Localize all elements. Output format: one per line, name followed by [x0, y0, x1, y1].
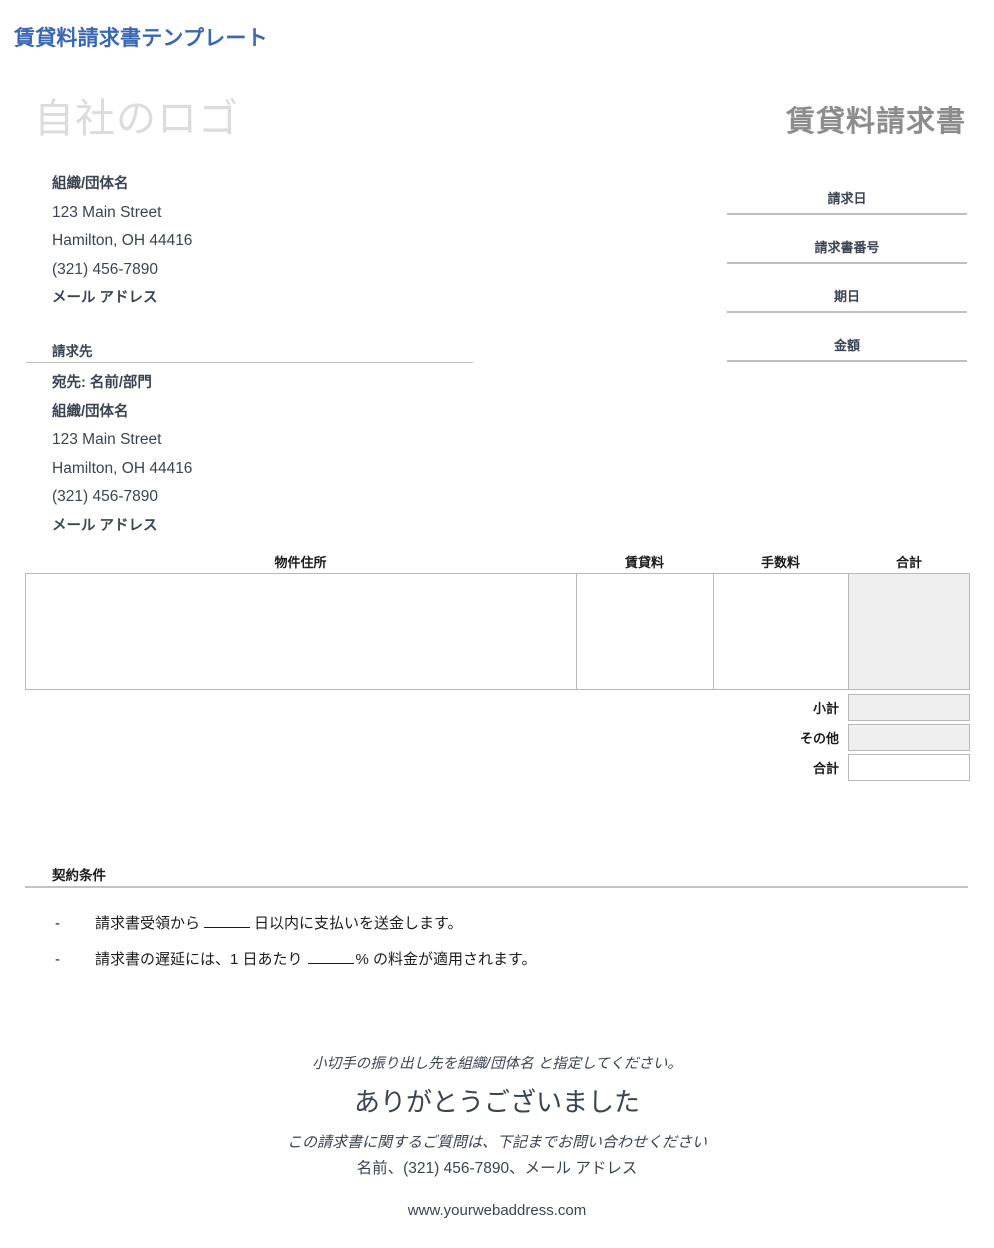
terms-heading: 契約条件	[52, 868, 106, 883]
meta-field-amount[interactable]: 金額	[727, 313, 967, 362]
terms-text-1a: 請求書受領から	[95, 915, 201, 932]
bill-to-divider	[26, 362, 473, 363]
column-divider-3	[848, 574, 849, 689]
summary-row-subtotal: 小計	[690, 694, 970, 721]
summary-label-total: 合計	[812, 761, 839, 776]
terms-item-payment-window: - 請求書受領から 日以内に支払いを送金します。	[55, 912, 935, 948]
column-header-fee: 手数料	[760, 555, 800, 570]
company-logo-placeholder: 自社のロゴ	[34, 97, 239, 141]
bill-to-heading: 請求先	[52, 344, 93, 359]
billto-city-state-zip: Hamilton, OH 44416	[52, 459, 193, 477]
footer-thanks: ありがとうございました	[353, 1087, 640, 1117]
column-header-rent: 賃貸料	[624, 555, 664, 570]
bill-to-address-block: 宛先: 名前/部門 組織/団体名 123 Main Street Hamilto…	[52, 369, 482, 540]
terms-list: - 請求書受領から 日以内に支払いを送金します。 - 請求書の遅延には、1 日あ…	[55, 912, 935, 984]
billto-street: 123 Main Street	[52, 431, 162, 448]
terms-blank-1[interactable]	[204, 927, 251, 928]
meta-field-invoice-number[interactable]: 請求書番号	[727, 215, 967, 264]
items-table-header-row: 物件住所 賃貸料 手数料 合計	[25, 552, 970, 572]
column-divider-2	[713, 574, 714, 689]
billto-org-name: 組織/団体名	[52, 403, 129, 420]
meta-label-invoice-number: 請求書番号	[814, 240, 880, 255]
items-total-column-shading	[849, 574, 969, 689]
footer-url: www.yourwebaddress.com	[407, 1202, 587, 1219]
summary-value-subtotal[interactable]	[848, 694, 970, 721]
terms-blank-2[interactable]	[307, 963, 354, 964]
invoice-page: 賃貸料請求書テンプレート 自社のロゴ 賃貸料請求書 請求日 請求書番号 期日 金…	[0, 0, 994, 1248]
summary-label-subtotal: 小計	[812, 701, 839, 716]
footer-payee-note: 小切手の振り出し先を組織/団体名 と指定してください。	[312, 1056, 682, 1072]
sender-org-name: 組織/団体名	[52, 176, 129, 192]
billto-email: メール アドレス	[52, 517, 158, 534]
column-header-total: 合計	[895, 555, 922, 570]
summary-value-total[interactable]	[848, 754, 970, 781]
sender-phone: (321) 456-7890	[52, 260, 158, 278]
terms-text-2a: 請求書の遅延には、1 日あたり	[95, 951, 303, 968]
meta-field-invoice-date[interactable]: 請求日	[727, 166, 967, 215]
invoice-meta-fields: 請求日 請求書番号 期日 金額	[727, 166, 967, 362]
summary-row-total: 合計	[690, 754, 970, 781]
terms-item-late-fee: - 請求書の遅延には、1 日あたり % の料金が適用されます。	[55, 948, 935, 984]
summary-label-other: その他	[799, 731, 839, 746]
meta-label-due-date: 期日	[833, 289, 860, 304]
meta-label-amount: 金額	[833, 338, 860, 353]
billto-phone: (321) 456-7890	[52, 488, 158, 505]
meta-field-due-date[interactable]: 期日	[727, 264, 967, 313]
summary-value-other[interactable]	[848, 724, 970, 751]
terms-bullet-marker-2: -	[55, 951, 60, 968]
terms-text-2b: % の料金が適用されます。	[355, 951, 537, 968]
page-title: 賃貸料請求書テンプレート	[14, 27, 268, 50]
column-divider-1	[576, 574, 577, 689]
footer-question-note: この請求書に関するご質問は、下記までお問い合わせください	[286, 1134, 707, 1151]
sender-city-state-zip: Hamilton, OH 44416	[52, 232, 193, 249]
terms-divider	[25, 886, 968, 888]
sender-street: 123 Main Street	[52, 203, 162, 221]
summary-section: 小計 その他 合計	[690, 694, 970, 784]
sender-email: メール アドレス	[52, 290, 158, 306]
items-table-body[interactable]	[25, 573, 970, 690]
sender-address-block: 組織/団体名 123 Main Street Hamilton, OH 4441…	[52, 170, 482, 313]
document-heading: 賃貸料請求書	[785, 106, 966, 138]
meta-label-invoice-date: 請求日	[827, 191, 867, 206]
column-header-property-address: 物件住所	[274, 555, 327, 570]
footer-block: 小切手の振り出し先を組織/団体名 と指定してください。 ありがとうございました …	[0, 1052, 994, 1224]
summary-row-other: その他	[690, 724, 970, 751]
terms-bullet-marker-1: -	[55, 915, 60, 932]
terms-text-1b: 日以内に支払いを送金します。	[254, 915, 463, 932]
footer-contact: 名前、(321) 456-7890、メール アドレス	[356, 1160, 638, 1177]
billto-attention: 宛先: 名前/部門	[52, 375, 152, 391]
